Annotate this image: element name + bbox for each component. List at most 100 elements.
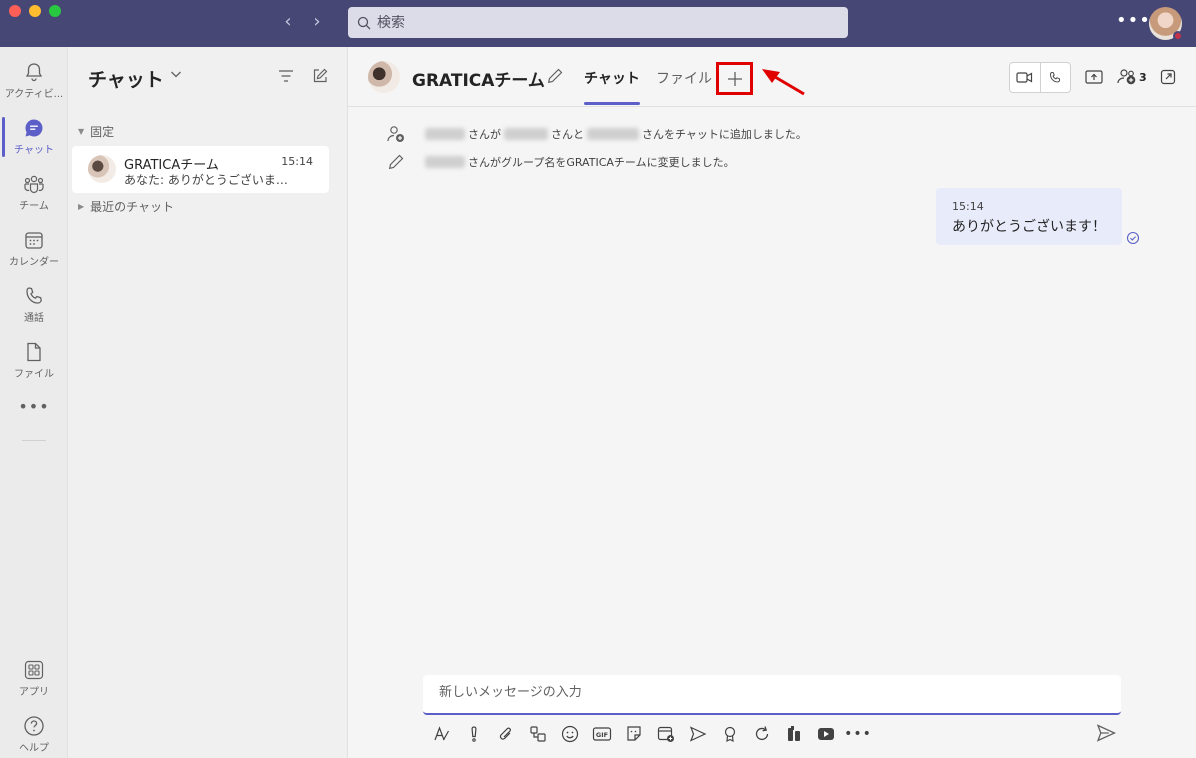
refresh-icon	[755, 726, 769, 741]
add-tab-button[interactable]	[716, 62, 753, 95]
compose-toolbar: GIF •••	[426, 723, 874, 745]
rail-item-help[interactable]: ヘルプ	[0, 705, 68, 758]
loop-components-icon	[530, 726, 546, 742]
rail-item-label: ファイル	[14, 369, 54, 380]
audio-call-button[interactable]	[1039, 63, 1071, 92]
zoom-window-button[interactable]	[49, 5, 61, 17]
chevron-down-icon[interactable]	[170, 69, 182, 79]
group-avatar[interactable]	[368, 61, 400, 93]
read-receipt-icon	[1126, 231, 1140, 245]
back-arrow-icon[interactable]: ‹	[278, 11, 298, 33]
format-button[interactable]	[426, 725, 458, 743]
rail-item-teams[interactable]: チーム	[0, 163, 68, 219]
recent-section-header[interactable]: ▶ 最近のチャット	[78, 198, 174, 215]
tab-chat[interactable]: チャット	[584, 68, 640, 105]
system-message: さんが さんと さんをチャットに追加しました。	[386, 125, 807, 143]
group-avatar	[88, 155, 116, 183]
redacted-name	[587, 128, 639, 140]
stream-button[interactable]	[682, 725, 714, 743]
pop-out-icon[interactable]	[1160, 69, 1176, 85]
phone-icon	[1050, 71, 1061, 83]
more-apps-icon[interactable]: •••	[0, 397, 68, 416]
rail-item-apps[interactable]: アプリ	[0, 649, 68, 705]
rail-item-label: チーム	[19, 201, 49, 212]
message-input[interactable]	[439, 685, 1099, 700]
redacted-name	[425, 128, 465, 140]
youtube-button[interactable]	[810, 727, 842, 741]
system-text: さんがグループ名をGRATICAチームに変更しました。	[468, 156, 735, 169]
approvals-icon	[788, 726, 800, 741]
rail-item-label: カレンダー	[9, 257, 59, 268]
message-bubble[interactable]: 15:14 ありがとうございます！	[936, 188, 1122, 245]
sticker-icon	[627, 726, 641, 741]
pinned-label: 固定	[90, 125, 115, 139]
rail-item-activity[interactable]: アクティビ...	[0, 51, 68, 107]
gif-button[interactable]: GIF	[586, 726, 618, 742]
attach-button[interactable]	[490, 725, 522, 743]
recent-label: 最近のチャット	[90, 200, 175, 214]
system-text: さんと	[551, 128, 584, 141]
chat-list-title[interactable]: チャット	[88, 65, 164, 92]
apps-icon	[24, 660, 44, 680]
schedule-meeting-button[interactable]	[650, 725, 682, 743]
important-button[interactable]	[458, 725, 490, 743]
more-actions-icon[interactable]: •••	[842, 726, 874, 742]
tab-files[interactable]: ファイル	[656, 68, 712, 88]
praise-button[interactable]	[714, 725, 746, 743]
award-icon	[724, 726, 736, 743]
conversation-header: GRATICAチーム チャット ファイル 3	[348, 47, 1196, 107]
more-options-icon[interactable]: •••	[1116, 10, 1151, 31]
system-text: さんをチャットに追加しました。	[642, 128, 807, 141]
pencil-icon[interactable]	[546, 67, 564, 85]
presence-badge	[1173, 31, 1183, 41]
sticker-button[interactable]	[618, 725, 650, 743]
minimize-window-button[interactable]	[29, 5, 41, 17]
filter-icon[interactable]	[278, 69, 294, 83]
search-box[interactable]	[348, 7, 848, 38]
exclamation-icon	[471, 726, 477, 742]
rail-item-files[interactable]: ファイル	[0, 331, 68, 387]
rail-item-calls[interactable]: 通話	[0, 275, 68, 331]
participants-button[interactable]: 3	[1117, 68, 1147, 86]
paperclip-icon	[499, 727, 511, 740]
search-input[interactable]	[377, 14, 817, 31]
participant-count: 3	[1139, 70, 1147, 84]
search-icon	[357, 16, 371, 29]
call-buttons	[1009, 62, 1071, 93]
video-play-icon	[818, 728, 834, 740]
app-rail: アクティビ... チャット チーム カレンダー 通話 ファイル ••• アプリ …	[0, 47, 68, 758]
system-message: さんがグループ名をGRATICAチームに変更しました。	[386, 153, 735, 171]
emoji-button[interactable]	[554, 725, 586, 743]
rail-item-label: 通話	[24, 313, 44, 324]
conversation-title: GRATICAチーム	[412, 71, 545, 91]
loop-refresh-button[interactable]	[746, 725, 778, 743]
forward-arrow-icon[interactable]: ›	[307, 11, 327, 33]
file-icon	[27, 342, 41, 362]
phone-icon	[26, 287, 42, 304]
teams-icon	[24, 175, 44, 194]
share-screen-icon[interactable]	[1085, 69, 1103, 85]
gif-icon: GIF	[592, 727, 612, 741]
chat-time: 15:14	[281, 155, 313, 168]
person-add-icon	[387, 126, 404, 142]
user-avatar[interactable]	[1149, 7, 1183, 41]
loop-button[interactable]	[522, 725, 554, 743]
add-people-icon	[1117, 69, 1136, 85]
rail-item-label: アプリ	[19, 687, 49, 698]
close-window-button[interactable]	[9, 5, 21, 17]
send-icon[interactable]	[1096, 724, 1116, 742]
message-compose-box[interactable]	[423, 675, 1121, 715]
new-chat-icon[interactable]	[312, 68, 328, 84]
approvals-button[interactable]	[778, 725, 810, 743]
rail-item-calendar[interactable]: カレンダー	[0, 219, 68, 275]
system-text: さんが	[468, 128, 501, 141]
pinned-section-header[interactable]: ▼ 固定	[78, 123, 114, 140]
chat-preview: あなた: ありがとうございます！	[124, 173, 292, 187]
send-arrow-outline-icon	[689, 726, 707, 742]
video-call-button[interactable]	[1010, 63, 1040, 92]
chat-list-item[interactable]: GRATICAチーム 15:14 あなた: ありがとうございます！	[72, 146, 329, 193]
format-icon	[434, 726, 450, 741]
calendar-icon	[25, 232, 43, 249]
rail-item-chat[interactable]: チャット	[0, 107, 68, 163]
rail-divider	[22, 440, 46, 441]
